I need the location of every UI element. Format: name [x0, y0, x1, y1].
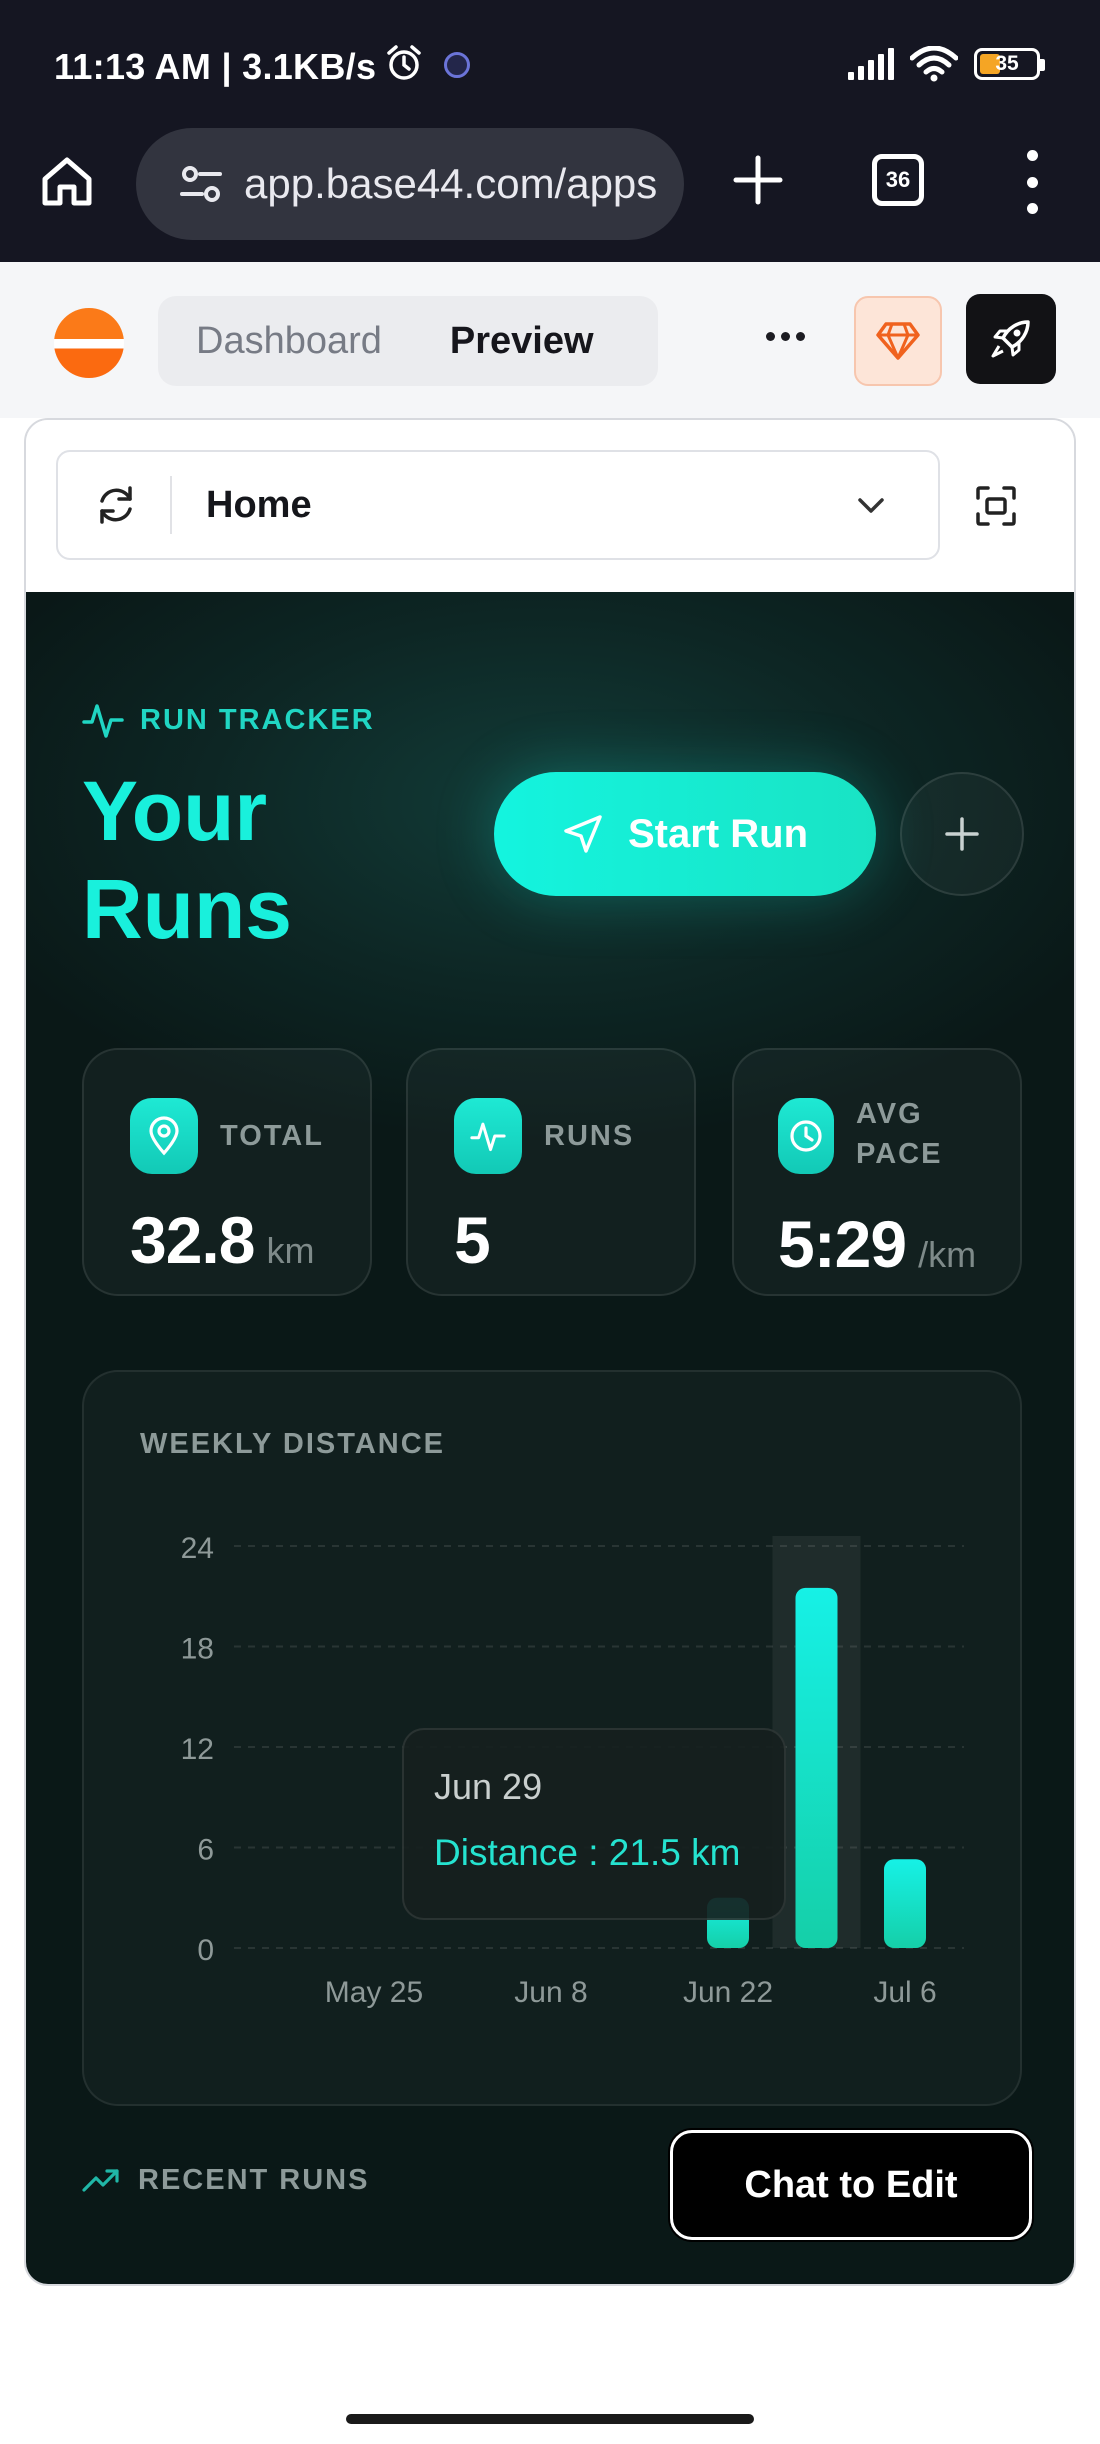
chevron-down-icon[interactable]	[854, 488, 888, 522]
y-tick-label: 24	[181, 1532, 214, 1565]
gem-icon	[876, 322, 920, 360]
x-tick-label: Jun 8	[514, 1976, 587, 2009]
battery-icon: 35	[974, 48, 1045, 80]
stat-unit: km	[266, 1230, 315, 1271]
gesture-bar	[346, 2414, 754, 2424]
page-title: Your Runs	[82, 764, 292, 956]
status-time: 11:13 AM | 3.1KB/s	[54, 46, 377, 87]
kicker-label: RUN TRACKER	[140, 703, 375, 736]
route-selector[interactable]: Home	[56, 450, 940, 560]
chart-bar	[795, 1587, 838, 1948]
y-tick-label: 0	[197, 1934, 214, 1967]
tab-preview[interactable]: Preview	[420, 320, 632, 363]
recent-runs-header: RECENT RUNS	[82, 2164, 369, 2197]
activity-icon	[82, 704, 124, 738]
add-run-button[interactable]	[900, 772, 1024, 896]
preview-toolbar: Home	[26, 420, 1074, 592]
refresh-icon[interactable]	[94, 483, 138, 527]
tab-switcher[interactable]: 36	[872, 154, 924, 206]
new-tab-icon[interactable]	[730, 152, 786, 208]
chart-tooltip: Jun 29 Distance : 21.5 km	[402, 1728, 786, 1920]
chart-bar	[884, 1859, 926, 1948]
stat-label: RUNS	[544, 1120, 635, 1152]
rocket-icon	[991, 320, 1030, 358]
battery-level: 35	[995, 52, 1019, 75]
clock-icon	[778, 1098, 834, 1174]
stat-value: 32.8 km	[130, 1203, 315, 1277]
y-tick-label: 12	[181, 1733, 214, 1766]
weekly-distance-card: WEEKLY DISTANCE 0 6 12 18 24 May 25 Jun 8 Jun …	[82, 1370, 1022, 2106]
preview-frame: Home RUN TRACKER Your Runs Start Run TOT…	[24, 418, 1076, 2286]
y-tick-label: 6	[197, 1834, 214, 1867]
tooltip-value: Distance : 21.5 km	[434, 1832, 741, 1873]
trending-up-icon	[82, 2168, 119, 2192]
more-icon[interactable]	[766, 332, 805, 341]
stat-value: 5	[454, 1203, 491, 1277]
app-header: Dashboard Preview	[0, 262, 1100, 418]
menu-icon[interactable]	[1024, 150, 1040, 214]
x-tick-label: Jul 6	[873, 1976, 936, 2009]
site-settings-icon[interactable]	[180, 163, 222, 205]
alarm-icon	[387, 45, 421, 80]
x-tick-label: May 25	[325, 1976, 423, 2009]
section-kicker: RUN TRACKER	[82, 700, 375, 740]
stat-card-pace: AVG PACE 5:29/km	[732, 1048, 1022, 1296]
route-label[interactable]: Home	[206, 484, 854, 527]
plus-icon	[945, 817, 979, 851]
base44-logo[interactable]	[54, 308, 124, 378]
y-tick-label: 18	[181, 1633, 214, 1666]
fullscreen-icon[interactable]	[974, 484, 1018, 528]
stat-label: AVG PACE	[856, 1098, 943, 1170]
recent-runs-label: RECENT RUNS	[138, 2164, 370, 2196]
stat-card-runs: RUNS 5	[406, 1048, 696, 1296]
url-text[interactable]: app.base44.com/apps	[244, 160, 657, 208]
location-pin-icon	[130, 1098, 198, 1174]
stat-label: TOTAL	[220, 1120, 324, 1152]
publish-button[interactable]	[966, 294, 1056, 384]
x-tick-label: Jun 22	[683, 1976, 773, 2009]
stat-card-total: TOTAL 32.8 km	[82, 1048, 372, 1296]
view-switcher: Dashboard Preview	[158, 296, 658, 386]
address-bar[interactable]: app.base44.com/apps	[136, 128, 684, 240]
status-bar: 11:13 AM | 3.1KB/s 35	[0, 0, 1100, 120]
start-run-button[interactable]: Start Run	[494, 772, 876, 896]
tooltip-date: Jun 29	[434, 1766, 543, 1807]
run-tracker-app: RUN TRACKER Your Runs Start Run TOTAL 32…	[26, 592, 1074, 2284]
browser-toolbar: app.base44.com/apps 36	[0, 120, 1100, 262]
start-run-label: Start Run	[628, 811, 808, 856]
app-notification-icon	[444, 52, 470, 78]
tab-dashboard[interactable]: Dashboard	[158, 320, 420, 363]
navigation-arrow-icon	[564, 815, 602, 853]
stat-unit: /km	[918, 1234, 977, 1275]
wifi-icon	[910, 46, 958, 82]
upgrade-button[interactable]	[854, 296, 942, 386]
stat-value: 5:29/km	[778, 1207, 977, 1281]
chat-to-edit-button[interactable]: Chat to Edit	[670, 2130, 1032, 2240]
signal-icon	[848, 48, 894, 80]
home-icon[interactable]	[40, 154, 94, 208]
activity-icon	[454, 1098, 522, 1174]
